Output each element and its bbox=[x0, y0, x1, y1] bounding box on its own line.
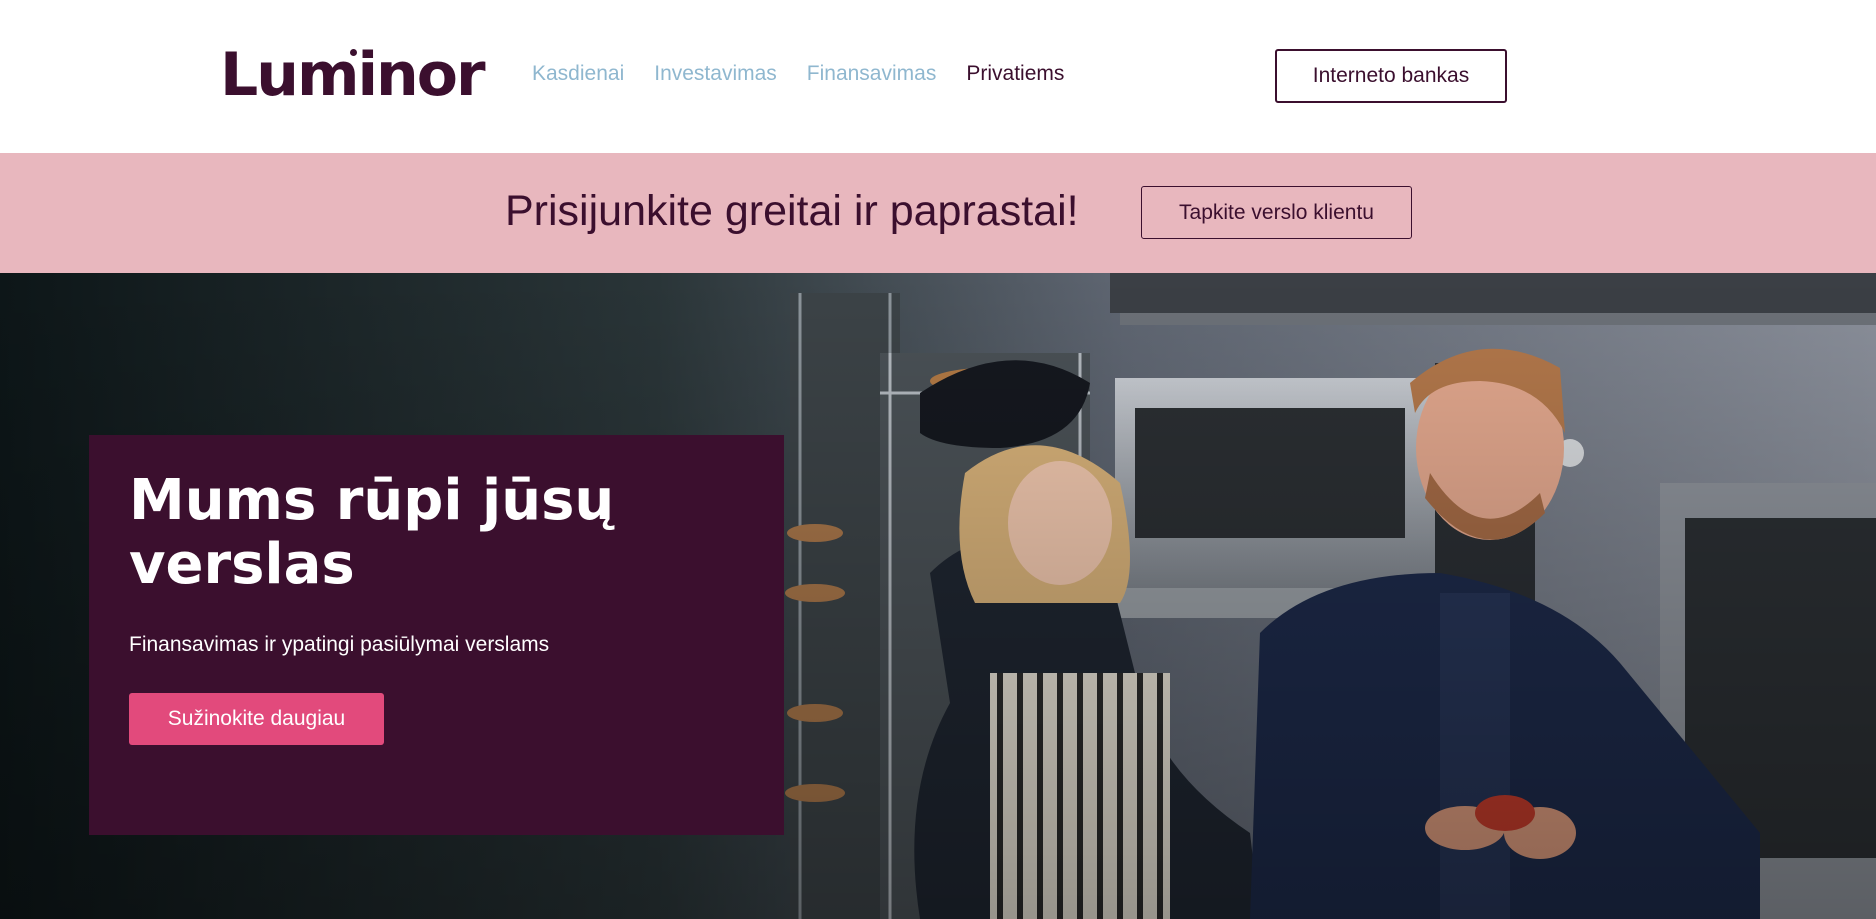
nav-item-kasdienai[interactable]: Kasdienai bbox=[532, 60, 624, 88]
hero-subtitle: Finansavimas ir ypatingi pasiūlymai vers… bbox=[129, 633, 550, 656]
nav-item-privatiems[interactable]: Privatiems bbox=[966, 60, 1064, 88]
hero-title: Mums rūpi jūsų verslas bbox=[129, 468, 615, 597]
nav-item-finansavimas[interactable]: Finansavimas bbox=[807, 60, 937, 88]
become-business-client-button[interactable]: Tapkite verslo klientu bbox=[1141, 186, 1412, 239]
learn-more-button[interactable]: Sužinokite daugiau bbox=[129, 693, 384, 745]
internet-bank-button[interactable]: Interneto bankas bbox=[1275, 49, 1507, 103]
hero-card: Mums rūpi jūsų verslas Finansavimas ir y… bbox=[89, 435, 784, 835]
nav-item-investavimas[interactable]: Investavimas bbox=[654, 60, 777, 88]
logo-dot-mark bbox=[350, 49, 357, 56]
promo-band: Prisijunkite greitai ir paprastai! Tapki… bbox=[0, 153, 1876, 273]
hero-section: Mums rūpi jūsų verslas Finansavimas ir y… bbox=[0, 273, 1876, 919]
site-header: Luminor Kasdienai Investavimas Finansavi… bbox=[0, 0, 1876, 153]
promo-title: Prisijunkite greitai ir paprastai! bbox=[505, 187, 1079, 235]
main-nav: Kasdienai Investavimas Finansavimas Priv… bbox=[532, 60, 1064, 88]
